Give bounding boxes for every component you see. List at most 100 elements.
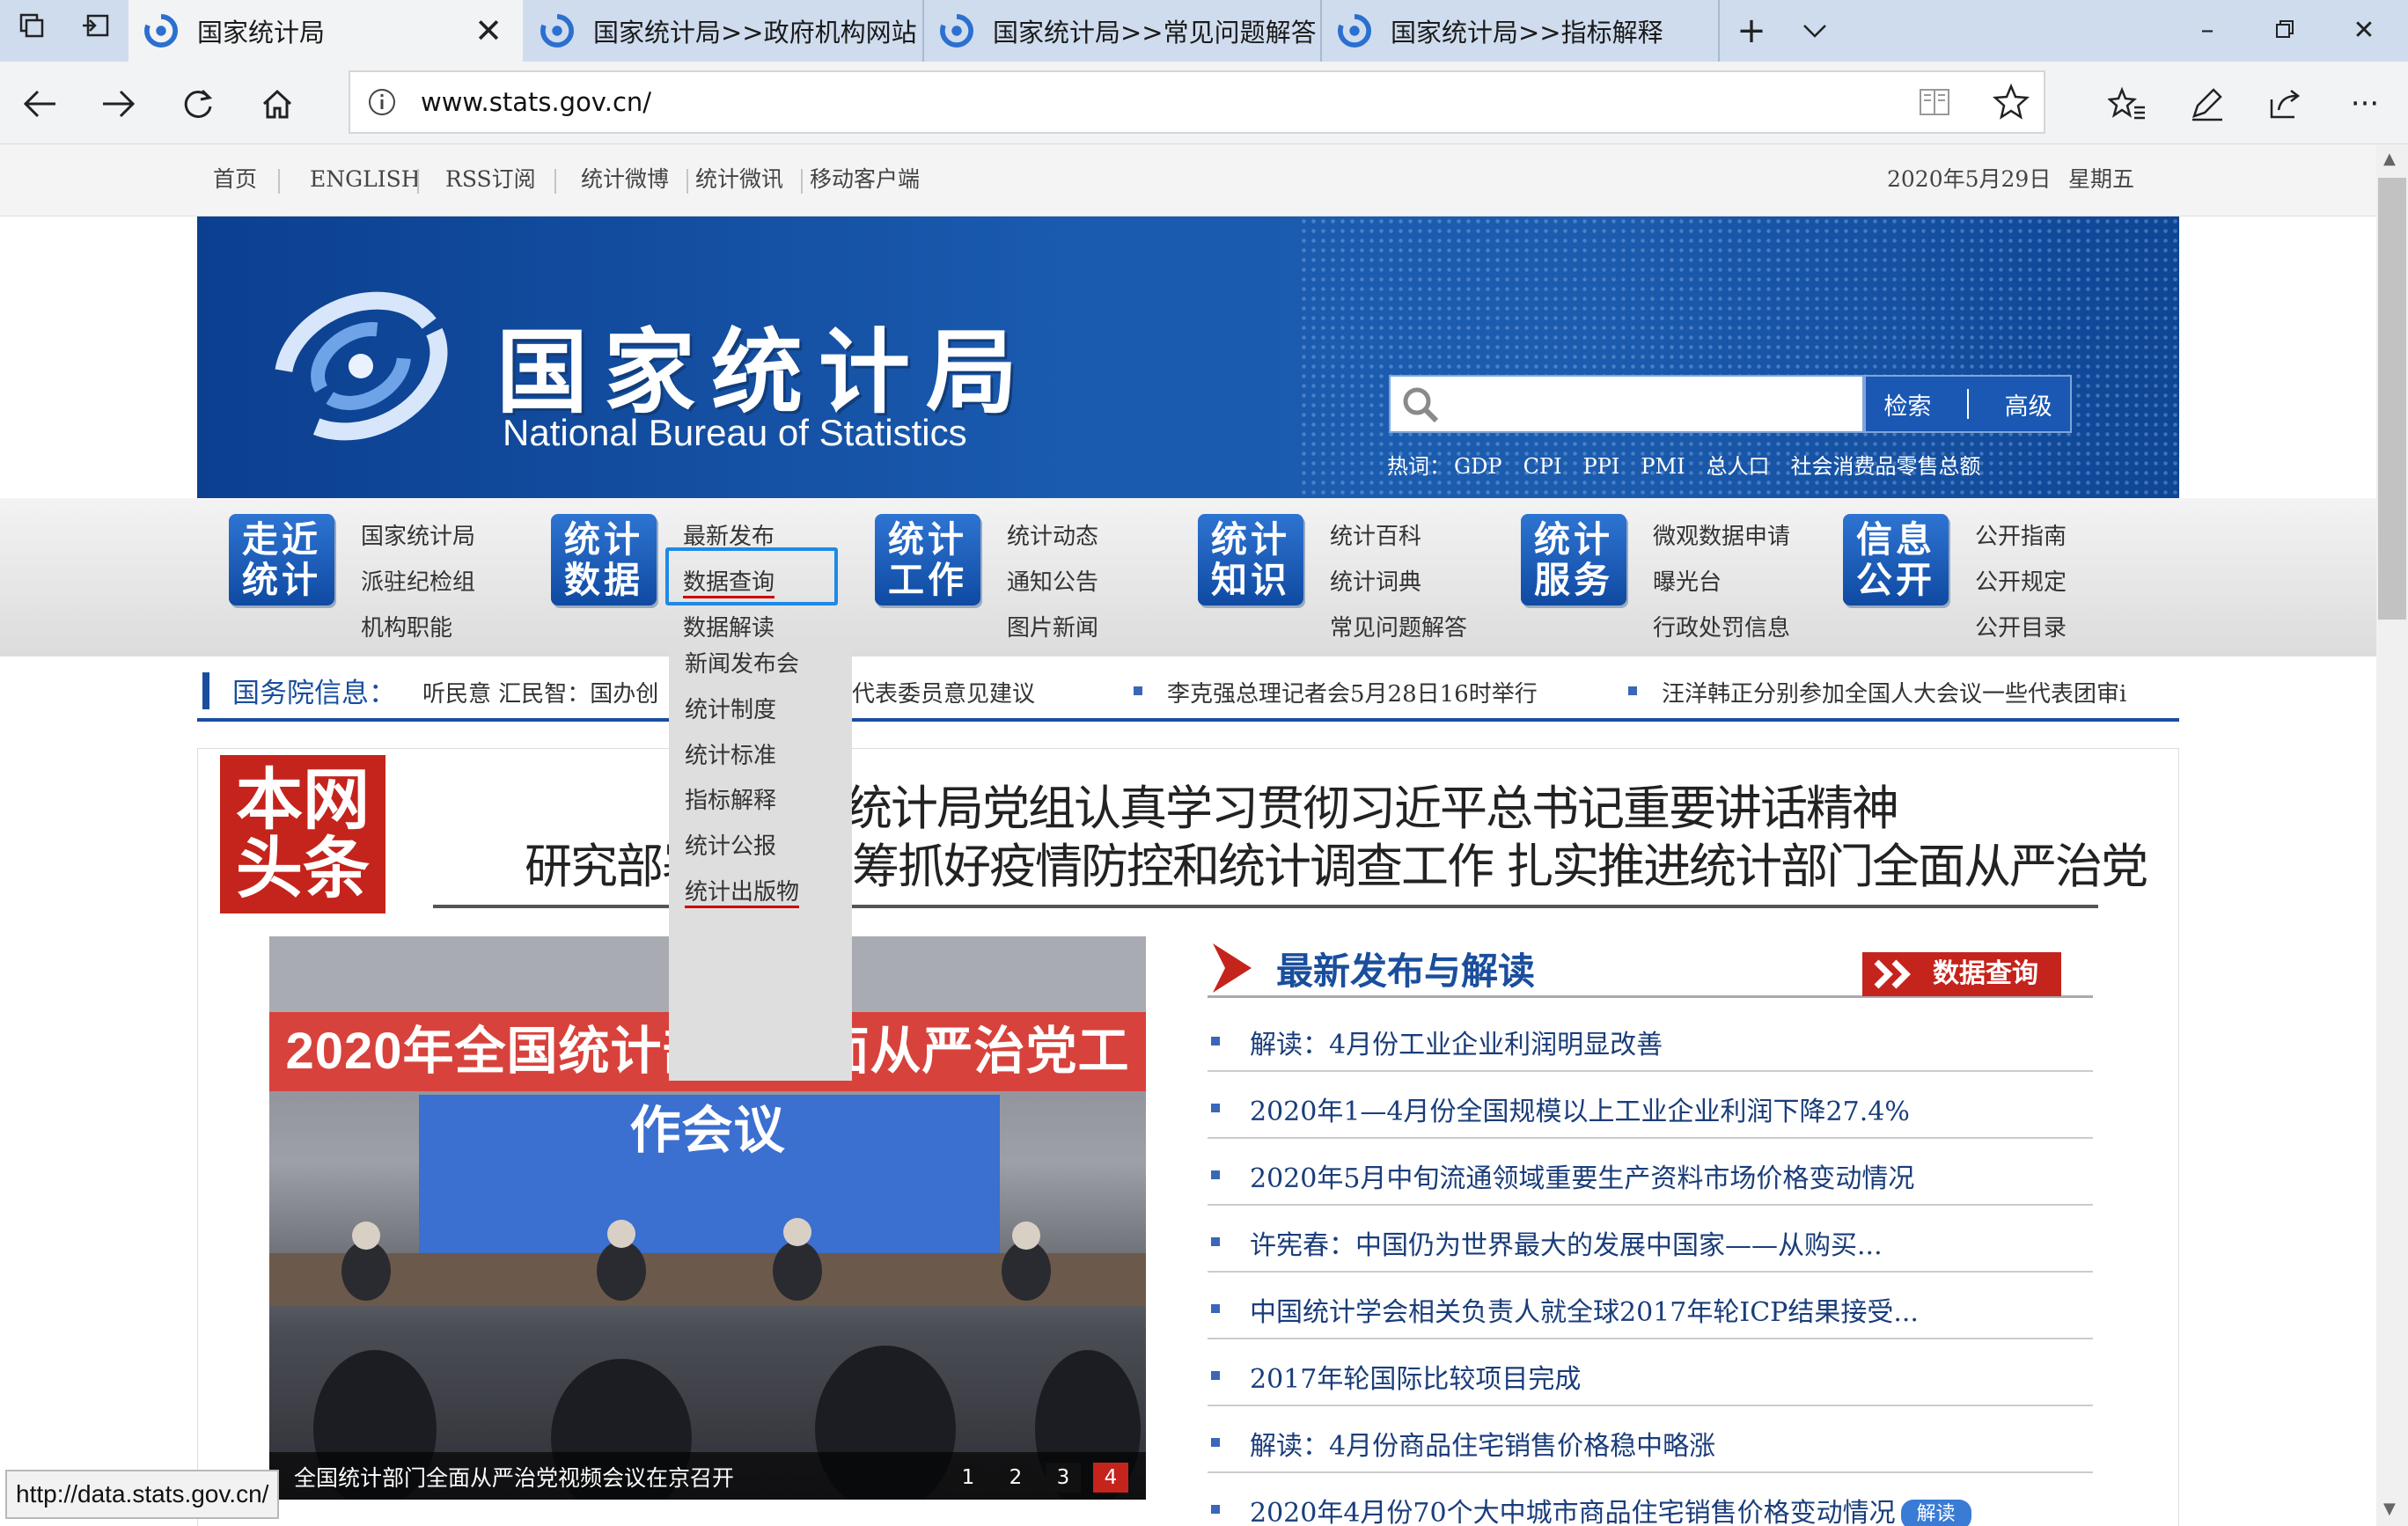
- tab-home[interactable]: 国家统计局 ✕: [128, 0, 523, 62]
- hot-word[interactable]: 总人口: [1707, 454, 1770, 479]
- search-input[interactable]: [1389, 375, 1864, 433]
- menu-link[interactable]: 公开目录: [1975, 605, 2067, 651]
- menu-link[interactable]: 行政处罚信息: [1653, 605, 1790, 651]
- close-tab-icon[interactable]: ✕: [470, 12, 507, 49]
- hot-word[interactable]: GDP: [1454, 454, 1502, 479]
- mobile-client-link[interactable]: 移动客户端: [810, 162, 920, 197]
- menu-link[interactable]: 国家统计局: [361, 514, 475, 560]
- menu-link[interactable]: 统计词典: [1330, 560, 1467, 605]
- forward-icon[interactable]: [92, 77, 146, 131]
- share-icon[interactable]: [2258, 77, 2313, 131]
- divider: [686, 169, 688, 194]
- interpretation-tag[interactable]: 解读: [1900, 1500, 1971, 1526]
- menu-link[interactable]: 公开规定: [1975, 560, 2067, 605]
- dropdown-item[interactable]: 统计公报: [669, 825, 852, 870]
- carousel-page-2[interactable]: 2: [998, 1463, 1033, 1493]
- dropdown-item[interactable]: 指标解释: [669, 779, 852, 825]
- scroll-down-icon[interactable]: ▼: [2383, 1500, 2396, 1518]
- vertical-scrollbar[interactable]: ▲ ▼: [2376, 144, 2408, 1526]
- minimize-icon[interactable]: –: [2181, 0, 2234, 62]
- address-bar[interactable]: www.stats.gov.cn/: [349, 70, 2045, 134]
- refresh-icon[interactable]: [171, 77, 225, 131]
- address-url[interactable]: www.stats.gov.cn/: [421, 72, 651, 132]
- weibo-link[interactable]: 统计微博: [581, 162, 669, 197]
- menu-link[interactable]: 机构职能: [361, 605, 475, 651]
- news-item[interactable]: 解读：4月份工业企业利润明显改善: [1208, 1005, 2093, 1072]
- top-links-bar: 首页 ENGLISH RSS订阅 统计微博 统计微讯 移动客户端 2020年5月…: [0, 144, 2376, 216]
- tab-list-chevron-icon[interactable]: [1788, 0, 1841, 62]
- hot-word[interactable]: PMI: [1641, 454, 1685, 479]
- site-info-icon[interactable]: [366, 86, 398, 121]
- data-query-button[interactable]: 数据查询: [1862, 952, 2061, 996]
- news-item[interactable]: 中国统计学会相关负责人就全球2017年轮ICP结果接受...: [1208, 1273, 2093, 1339]
- menu-link[interactable]: 常见问题解答: [1330, 605, 1467, 651]
- tab-faq[interactable]: 国家统计局>>常见问题解答: [924, 0, 1318, 62]
- restore-icon[interactable]: [2258, 0, 2311, 62]
- news-item[interactable]: 2017年轮国际比较项目完成: [1208, 1339, 2093, 1406]
- favorites-icon[interactable]: [2100, 77, 2155, 131]
- carousel-page-3[interactable]: 3: [1046, 1463, 1081, 1493]
- menu-link[interactable]: 通知公告: [1007, 560, 1098, 605]
- tab-actions-icon[interactable]: [5, 0, 58, 62]
- ticker-item[interactable]: 汪洋韩正分别参加全国人大会议一些代表团审i: [1662, 676, 2169, 708]
- scroll-up-icon[interactable]: ▲: [2383, 150, 2396, 168]
- menu-link[interactable]: 曝光台: [1653, 560, 1790, 605]
- advanced-search-button[interactable]: 高级: [2005, 387, 2052, 422]
- photo-caption[interactable]: 全国统计部门全面从严治党视频会议在京召开: [294, 1461, 734, 1493]
- dropdown-item[interactable]: 新闻发布会: [669, 642, 852, 688]
- divider: [417, 169, 419, 194]
- new-tab-icon[interactable]: +: [1725, 0, 1778, 62]
- dropdown-item[interactable]: 统计标准: [669, 734, 852, 780]
- double-chevron-icon: [1874, 959, 1911, 989]
- menu-badge-service[interactable]: 统计 服务: [1521, 514, 1626, 605]
- web-note-pen-icon[interactable]: [2179, 77, 2234, 131]
- dropdown-item-publications[interactable]: 统计出版物: [669, 870, 852, 916]
- hot-words-label: 热词：: [1387, 454, 1450, 479]
- set-tabs-aside-icon[interactable]: [69, 0, 121, 62]
- carousel-page-1[interactable]: 1: [951, 1463, 986, 1493]
- menu-badge-knowledge[interactable]: 统计 知识: [1198, 514, 1303, 605]
- photo-caption-bar: 全国统计部门全面从严治党视频会议在京召开 1 2 3 4: [269, 1452, 1146, 1500]
- menu-link[interactable]: 微观数据申请: [1653, 514, 1790, 560]
- menu-link[interactable]: 统计百科: [1330, 514, 1467, 560]
- home-icon[interactable]: [250, 77, 305, 131]
- ticker-item[interactable]: 听民意 汇民智：国办创: [422, 676, 658, 708]
- menu-badge-work[interactable]: 统计 工作: [875, 514, 980, 605]
- ticker-item[interactable]: 代表委员意见建议: [852, 676, 1035, 708]
- home-link[interactable]: 首页: [213, 162, 257, 197]
- back-icon[interactable]: [12, 77, 67, 131]
- hot-word[interactable]: PPI: [1583, 454, 1620, 479]
- dropdown-item[interactable]: 统计制度: [669, 688, 852, 734]
- more-options-icon[interactable]: ···: [2338, 77, 2392, 131]
- news-item[interactable]: 2020年5月中旬流通领域重要生产资料市场价格变动情况: [1208, 1139, 2093, 1206]
- tab-gov-sites[interactable]: 国家统计局>>政府机构网站: [525, 0, 919, 62]
- news-item[interactable]: 许宪春：中国仍为世界最大的发展中国家——从购买...: [1208, 1206, 2093, 1273]
- menu-link[interactable]: 统计动态: [1007, 514, 1098, 560]
- nbs-favicon-icon: [144, 14, 178, 48]
- news-item[interactable]: 解读：4月份商品住宅销售价格稳中略涨: [1208, 1406, 2093, 1473]
- menu-badge-disclosure[interactable]: 信息 公开: [1843, 514, 1949, 605]
- scrollbar-thumb[interactable]: [2378, 178, 2406, 620]
- headline-line-2-right[interactable]: 筹抓好疫情防控和统计调查工作 扎实推进统计部门全面从严治党: [852, 827, 2148, 897]
- menu-badge-about[interactable]: 走近 统计: [229, 514, 334, 605]
- hot-word[interactable]: 社会消费品零售总额: [1791, 454, 1981, 479]
- reading-view-icon[interactable]: [1917, 84, 1952, 123]
- carousel-page-4[interactable]: 4: [1093, 1463, 1128, 1493]
- tab-indicators[interactable]: 国家统计局>>指标解释: [1322, 0, 1716, 62]
- status-bar-url: http://data.stats.gov.cn/: [5, 1470, 280, 1519]
- ticker-item[interactable]: 李克强总理记者会5月28日16时举行: [1167, 676, 1538, 708]
- weixin-link[interactable]: 统计微讯: [695, 162, 783, 197]
- hot-word[interactable]: CPI: [1523, 454, 1562, 479]
- close-window-icon[interactable]: ✕: [2338, 0, 2390, 62]
- english-link[interactable]: ENGLISH: [310, 162, 421, 197]
- menu-link[interactable]: 图片新闻: [1007, 605, 1098, 651]
- news-item[interactable]: 2020年1—4月份全国规模以上工业企业利润下降27.4%: [1208, 1072, 2093, 1139]
- favorite-star-icon[interactable]: [1992, 83, 2030, 123]
- menu-link[interactable]: 派驻纪检组: [361, 560, 475, 605]
- news-item[interactable]: 2020年4月份70个大中城市商品住宅销售价格变动情况 解读: [1208, 1473, 2093, 1526]
- bullet: [1628, 686, 1637, 695]
- rss-link[interactable]: RSS订阅: [445, 162, 536, 197]
- menu-link[interactable]: 公开指南: [1975, 514, 2067, 560]
- search-button[interactable]: 检索: [1883, 387, 1931, 422]
- menu-badge-data[interactable]: 统计 数据: [551, 514, 657, 605]
